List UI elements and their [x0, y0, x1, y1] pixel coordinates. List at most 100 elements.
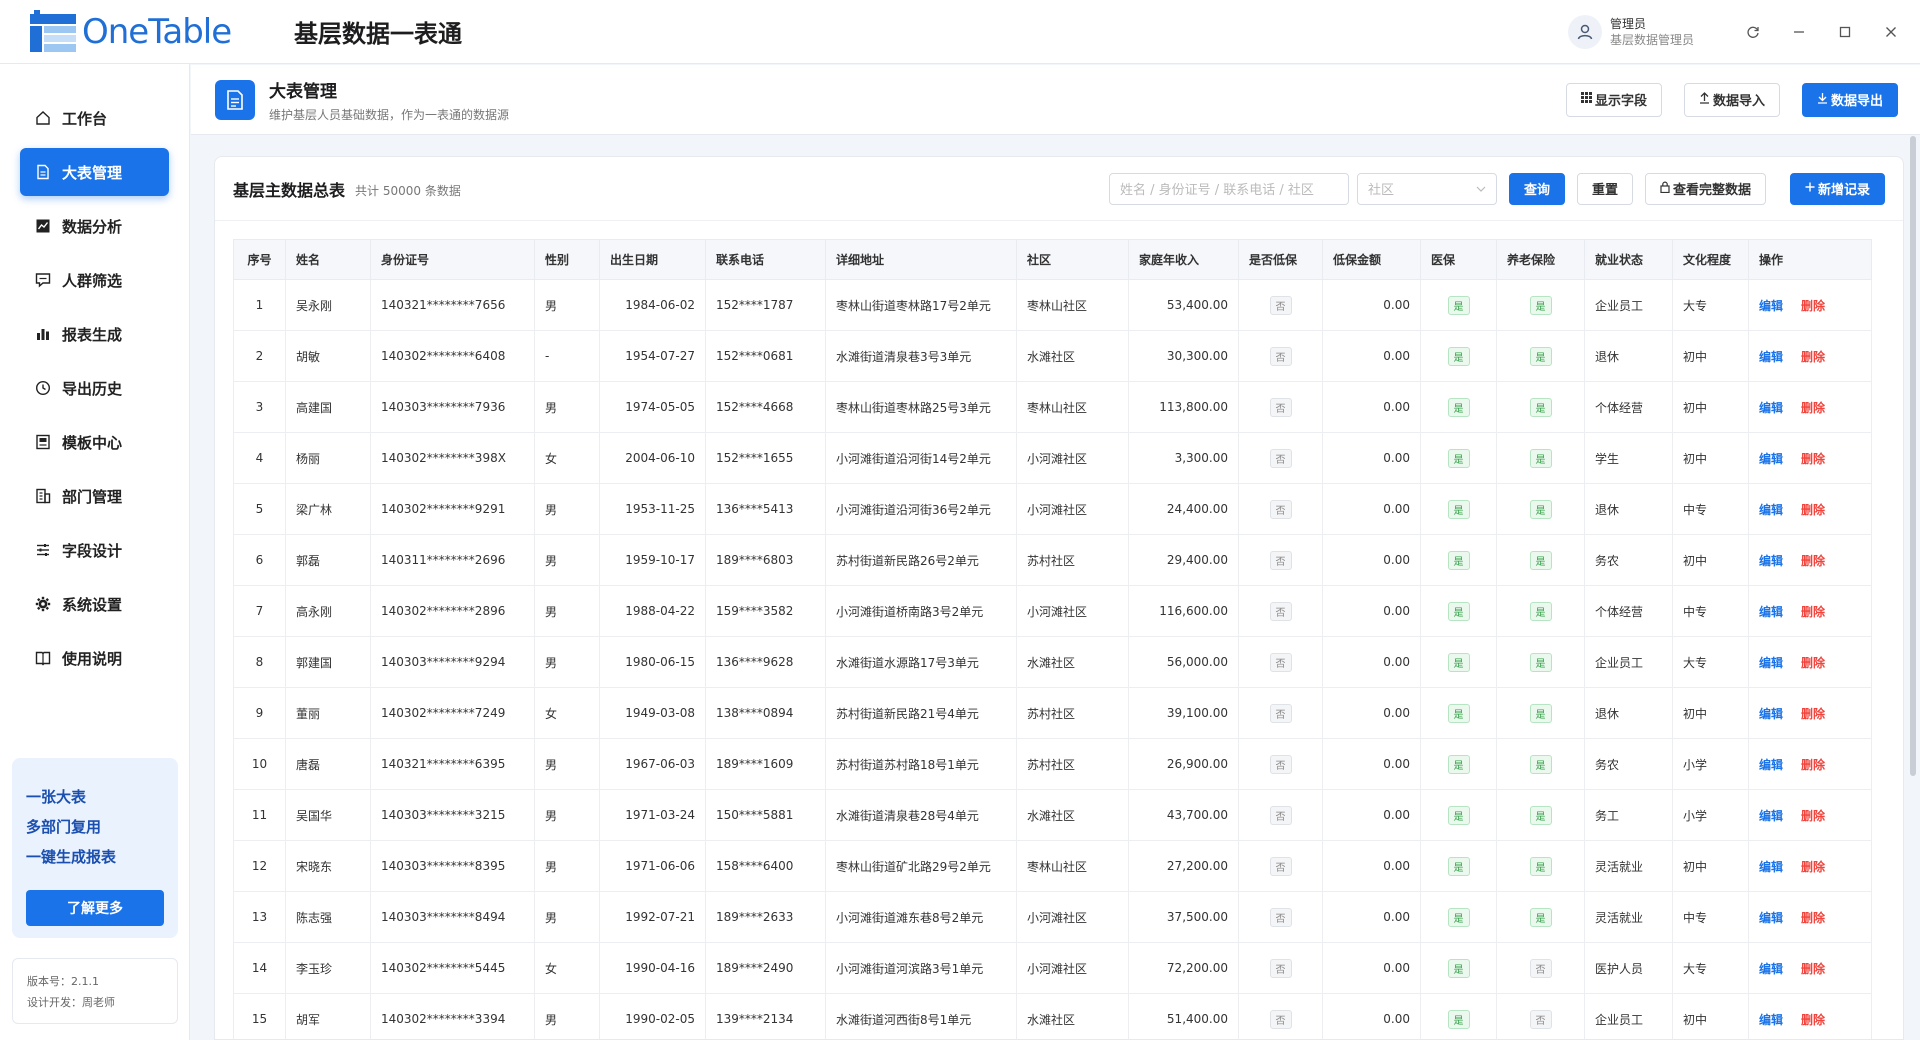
column-header[interactable]: 社区 [1016, 239, 1129, 280]
delete-link[interactable]: 删除 [1801, 758, 1825, 772]
table-row[interactable]: 9 董丽 140302********7249 女 1949-03-08 138****0… [233, 687, 1872, 739]
delete-link[interactable]: 删除 [1801, 554, 1825, 568]
table-row[interactable]: 4 杨丽 140302********398X 女 2004-06-10 152****1… [233, 432, 1872, 484]
status-badge: 是 [1447, 703, 1470, 723]
column-header[interactable]: 是否低保 [1238, 239, 1323, 280]
reset-button[interactable]: 重置 [1576, 172, 1633, 205]
sidebar-item-table-management[interactable]: 大表管理 [20, 148, 169, 196]
column-header[interactable]: 就业状态 [1584, 239, 1673, 280]
cell-no: 11 [233, 789, 286, 841]
delete-link[interactable]: 删除 [1801, 911, 1825, 925]
edit-link[interactable]: 编辑 [1759, 707, 1783, 721]
column-header[interactable]: 家庭年收入 [1128, 239, 1239, 280]
table-row[interactable]: 5 梁广林 140302********9291 男 1953-11-25 136****… [233, 483, 1872, 535]
table-row[interactable]: 6 郭磊 140311********2696 男 1959-10-17 189****6… [233, 534, 1872, 586]
status-badge: 否 [1269, 448, 1292, 468]
sidebar-item-crowd-filter[interactable]: 人群筛选 [20, 256, 169, 304]
delete-link[interactable]: 删除 [1801, 401, 1825, 415]
table-row[interactable]: 13 陈志强 140303********8494 男 1992-07-21 189***… [233, 891, 1872, 943]
status-badge: 是 [1529, 295, 1552, 315]
column-header[interactable]: 医保 [1420, 239, 1497, 280]
status-badge: 是 [1447, 448, 1470, 468]
query-button[interactable]: 查询 [1508, 172, 1565, 205]
column-header[interactable]: 序号 [233, 239, 286, 280]
delete-link[interactable]: 删除 [1801, 860, 1825, 874]
delete-link[interactable]: 删除 [1801, 299, 1825, 313]
cell-id: 140303********3215 [370, 789, 535, 841]
column-header[interactable]: 文化程度 [1672, 239, 1749, 280]
edit-link[interactable]: 编辑 [1759, 962, 1783, 976]
column-header[interactable]: 详细地址 [825, 239, 1017, 280]
sidebar-item-label: 导出历史 [62, 379, 123, 398]
sidebar-item-department-management[interactable]: 部门管理 [20, 472, 169, 520]
table-row[interactable]: 3 高建国 140303********7936 男 1974-05-05 152****… [233, 381, 1872, 433]
search-input[interactable]: 姓名 / 身份证号 / 联系电话 / 社区 [1108, 172, 1349, 205]
maximize-icon[interactable] [1822, 0, 1868, 64]
data-export-button[interactable]: 数据导出 [1801, 82, 1898, 117]
status-badge: 是 [1447, 397, 1470, 417]
minimize-icon[interactable] [1776, 0, 1822, 64]
column-header[interactable]: 操作 [1748, 239, 1872, 280]
table-row[interactable]: 10 唐磊 140321********6395 男 1967-06-03 189****… [233, 738, 1872, 790]
delete-link[interactable]: 删除 [1801, 605, 1825, 619]
column-header[interactable]: 性别 [534, 239, 600, 280]
community-select[interactable]: 社区 [1356, 172, 1497, 205]
edit-link[interactable]: 编辑 [1759, 503, 1783, 517]
sidebar-item-export-history[interactable]: 导出历史 [20, 364, 169, 412]
sidebar-item-field-design[interactable]: 字段设计 [20, 526, 169, 574]
column-header[interactable]: 联系电话 [705, 239, 826, 280]
data-import-button[interactable]: 数据导入 [1683, 82, 1780, 117]
edit-link[interactable]: 编辑 [1759, 911, 1783, 925]
sidebar-item-data-analysis[interactable]: 数据分析 [20, 202, 169, 250]
column-header[interactable]: 姓名 [285, 239, 371, 280]
table-row[interactable]: 11 吴国华 140303********3215 男 1971-03-24 150***… [233, 789, 1872, 841]
delete-link[interactable]: 删除 [1801, 1013, 1825, 1027]
sidebar-item-workbench[interactable]: 工作台 [20, 94, 169, 142]
column-header[interactable]: 身份证号 [370, 239, 535, 280]
sidebar-item-template-center[interactable]: 模板中心 [20, 418, 169, 466]
edit-link[interactable]: 编辑 [1759, 350, 1783, 364]
edit-link[interactable]: 编辑 [1759, 860, 1783, 874]
table-row[interactable]: 14 李玉珍 140302********5445 女 1990-04-16 189***… [233, 942, 1872, 994]
refresh-icon[interactable] [1730, 0, 1776, 64]
delete-link[interactable]: 删除 [1801, 656, 1825, 670]
user-menu[interactable]: 管理员 基层数据管理员 [1567, 14, 1694, 49]
edit-link[interactable]: 编辑 [1759, 401, 1783, 415]
delete-link[interactable]: 删除 [1801, 809, 1825, 823]
edit-link[interactable]: 编辑 [1759, 605, 1783, 619]
cell-yanglao: 是 [1496, 483, 1585, 535]
cell-job: 退休 [1584, 330, 1673, 382]
table-row[interactable]: 15 胡军 140302********3394 男 1990-02-05 139****… [233, 993, 1872, 1039]
table-row[interactable]: 12 宋晓东 140303********8395 男 1971-06-06 158***… [233, 840, 1872, 892]
display-fields-button[interactable]: 显示字段 [1565, 82, 1662, 117]
cell-sex: 男 [534, 279, 600, 331]
sidebar-item-report-generation[interactable]: 报表生成 [20, 310, 169, 358]
edit-link[interactable]: 编辑 [1759, 554, 1783, 568]
add-record-button[interactable]: 新增记录 [1789, 172, 1885, 205]
delete-link[interactable]: 删除 [1801, 350, 1825, 364]
vertical-scrollbar[interactable] [1910, 136, 1916, 776]
table-row[interactable]: 2 胡敏 140302********6408-1954-07-27 152****0… [233, 330, 1872, 382]
column-header[interactable]: 出生日期 [599, 239, 706, 280]
edit-link[interactable]: 编辑 [1759, 452, 1783, 466]
column-header[interactable]: 低保金额 [1322, 239, 1421, 280]
edit-link[interactable]: 编辑 [1759, 758, 1783, 772]
delete-link[interactable]: 删除 [1801, 452, 1825, 466]
view-full-data-button[interactable]: 查看完整数据 [1644, 172, 1766, 205]
edit-link[interactable]: 编辑 [1759, 1013, 1783, 1027]
table-row[interactable]: 8 郭建国 140303********9294 男 1980-06-15 136****… [233, 636, 1872, 688]
edit-link[interactable]: 编辑 [1759, 656, 1783, 670]
close-icon[interactable] [1868, 0, 1914, 64]
delete-link[interactable]: 删除 [1801, 962, 1825, 976]
table-row[interactable]: 1 吴永刚 140321********7656 男 1984-06-02 152****… [233, 279, 1872, 331]
sidebar-item-user-guide[interactable]: 使用说明 [20, 634, 169, 682]
table-row[interactable]: 7 高永刚 140302********2896 男 1988-04-22 159****… [233, 585, 1872, 637]
sidebar-item-system-settings[interactable]: 系统设置 [20, 580, 169, 628]
delete-link[interactable]: 删除 [1801, 503, 1825, 517]
cell-amount: 0.00 [1322, 279, 1421, 331]
column-header[interactable]: 养老保险 [1496, 239, 1585, 280]
learn-more-button[interactable]: 了解更多 [26, 890, 164, 926]
edit-link[interactable]: 编辑 [1759, 299, 1783, 313]
edit-link[interactable]: 编辑 [1759, 809, 1783, 823]
delete-link[interactable]: 删除 [1801, 707, 1825, 721]
